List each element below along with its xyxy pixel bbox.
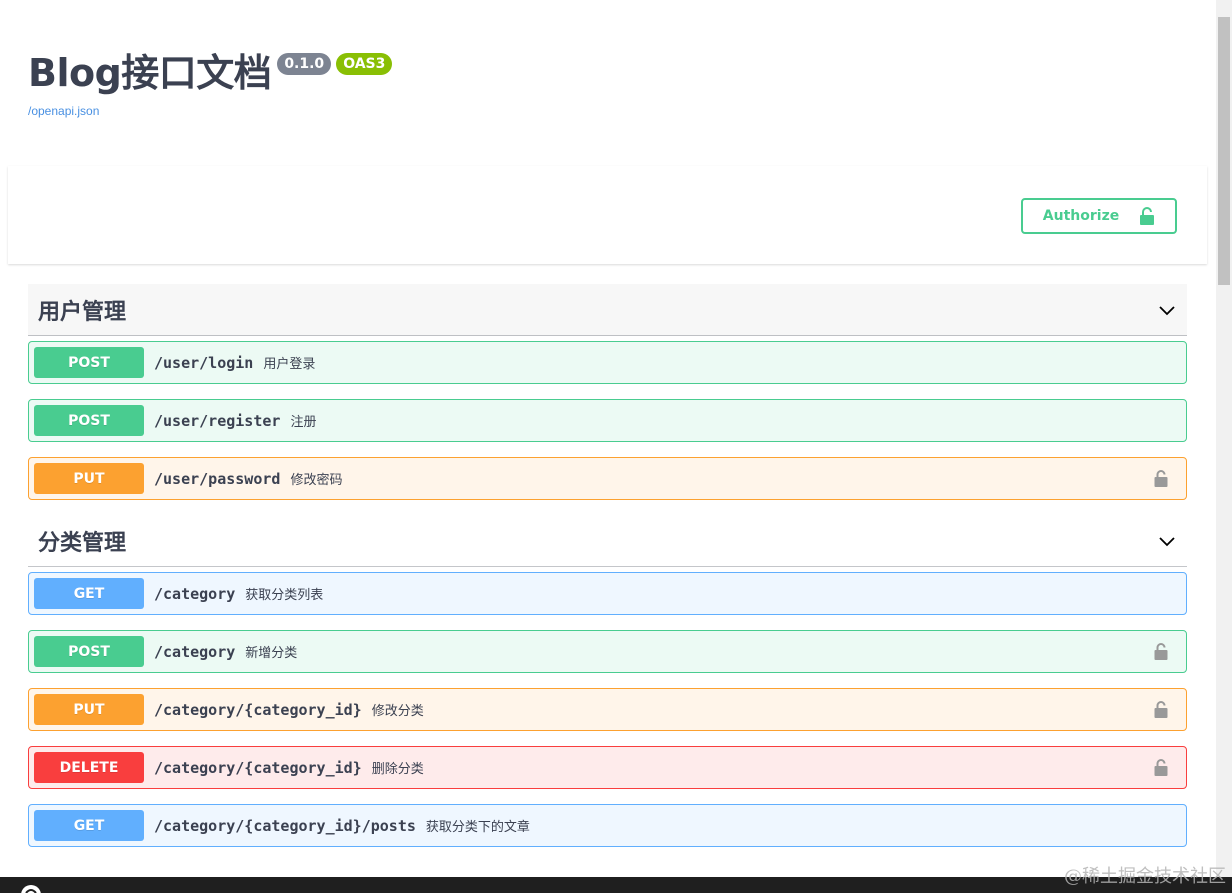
tag-section-user: 用户管理 POST /user/login 用户登录 POST /user/re…	[28, 284, 1187, 500]
operation-path: /category	[154, 584, 236, 603]
version-badge: 0.1.0	[277, 53, 332, 75]
method-badge: DELETE	[34, 752, 144, 783]
app-logo-icon	[21, 885, 41, 893]
method-badge: POST	[34, 405, 144, 436]
operation-path: /user/login	[154, 353, 254, 372]
method-badge: POST	[34, 636, 144, 667]
tag-name: 用户管理	[38, 299, 127, 325]
scrollbar-thumb[interactable]	[1218, 17, 1230, 285]
operation-get-category[interactable]: GET /category 获取分类列表	[28, 572, 1187, 615]
scheme-container: Authorize	[8, 166, 1207, 264]
operation-get-category-posts[interactable]: GET /category/{category_id}/posts 获取分类下的…	[28, 804, 1187, 847]
lock-icon[interactable]	[1154, 701, 1168, 718]
operation-post-user-register[interactable]: POST /user/register 注册	[28, 399, 1187, 442]
authorize-label: Authorize	[1042, 208, 1120, 224]
lock-icon[interactable]	[1154, 470, 1168, 487]
operation-summary: 删除分类	[371, 761, 424, 776]
authorize-button[interactable]: Authorize	[1021, 198, 1177, 234]
openapi-json-link[interactable]: /openapi.json	[28, 104, 392, 118]
tag-header-category[interactable]: 分类管理	[28, 515, 1187, 567]
operation-summary: 新增分类	[245, 645, 298, 660]
operation-summary: 获取分类下的文章	[425, 819, 530, 834]
method-badge: POST	[34, 347, 144, 378]
operation-summary: 修改密码	[290, 472, 343, 487]
chevron-down-icon[interactable]	[1157, 300, 1177, 320]
swagger-page: Blog接口文档 0.1.0 OAS3 /openapi.json Author…	[0, 0, 1216, 877]
operation-summary: 获取分类列表	[245, 587, 324, 602]
operation-path: /category/{category_id}	[154, 758, 362, 777]
operation-post-user-login[interactable]: POST /user/login 用户登录	[28, 341, 1187, 384]
operation-post-category[interactable]: POST /category 新增分类	[28, 630, 1187, 673]
bottom-bar	[0, 877, 1232, 893]
unlocked-padlock-icon	[1140, 207, 1155, 225]
api-info: Blog接口文档 0.1.0 OAS3 /openapi.json	[28, 50, 393, 118]
operation-path: /category	[154, 642, 236, 661]
operation-summary: 注册	[290, 414, 317, 429]
method-badge: GET	[34, 810, 144, 841]
operation-summary: 修改分类	[371, 703, 424, 718]
operation-summary: 用户登录	[263, 356, 316, 371]
operation-put-category[interactable]: PUT /category/{category_id} 修改分类	[28, 688, 1187, 731]
lock-icon[interactable]	[1154, 643, 1168, 660]
api-title: Blog接口文档	[28, 51, 272, 95]
title-row: Blog接口文档 0.1.0 OAS3	[28, 50, 393, 96]
method-badge: PUT	[34, 694, 144, 725]
operation-path: /user/password	[154, 469, 281, 488]
lock-icon[interactable]	[1154, 759, 1168, 776]
oas-badge: OAS3	[336, 53, 393, 75]
watermark-text: @稀土掘金技术社区	[1064, 866, 1226, 887]
tag-section-category: 分类管理 GET /category 获取分类列表 POST /category…	[28, 515, 1187, 847]
vertical-scrollbar[interactable]	[1216, 0, 1232, 877]
operation-put-user-password[interactable]: PUT /user/password 修改密码	[28, 457, 1187, 500]
operation-path: /category/{category_id}/posts	[154, 816, 416, 835]
method-badge: PUT	[34, 463, 144, 494]
tag-header-user[interactable]: 用户管理	[28, 284, 1187, 336]
operation-path: /user/register	[154, 411, 281, 430]
operation-delete-category[interactable]: DELETE /category/{category_id} 删除分类	[28, 746, 1187, 789]
tag-name: 分类管理	[38, 530, 127, 556]
method-badge: GET	[34, 578, 144, 609]
operation-path: /category/{category_id}	[154, 700, 362, 719]
chevron-down-icon[interactable]	[1157, 531, 1177, 551]
